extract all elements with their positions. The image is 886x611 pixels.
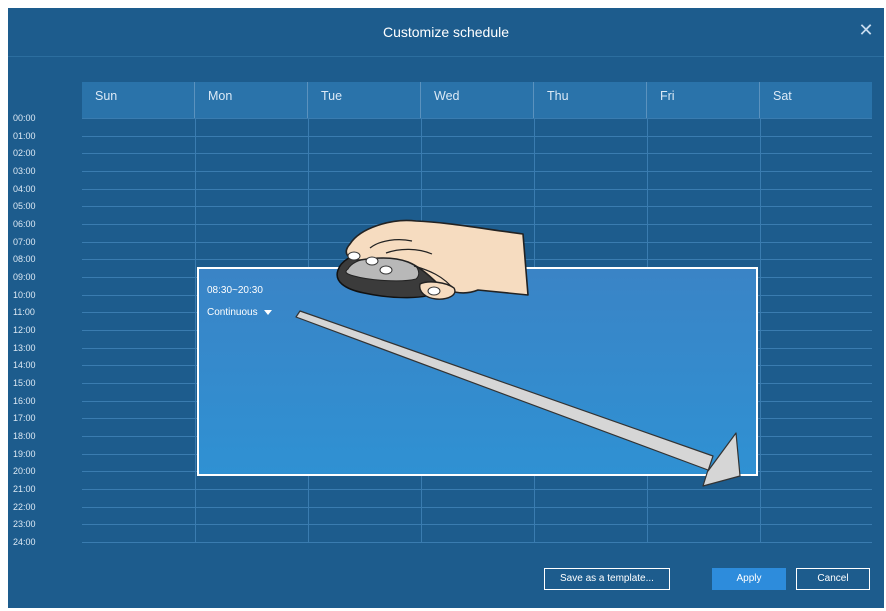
hour-gridline	[82, 118, 872, 119]
day-header-mon: Mon	[195, 82, 308, 118]
hour-label: 05:00	[13, 201, 36, 212]
hour-label: 06:00	[13, 219, 36, 230]
day-header-wed: Wed	[421, 82, 534, 118]
hour-gridline	[82, 153, 872, 155]
hour-label: 21:00	[13, 484, 36, 495]
hour-label: 20:00	[13, 466, 36, 477]
hour-label: 24:00	[13, 537, 36, 548]
apply-button[interactable]: Apply	[712, 568, 786, 590]
hour-gridline	[82, 171, 872, 172]
hour-gridline	[82, 188, 872, 190]
hour-label: 02:00	[13, 148, 36, 159]
hour-label: 00:00	[13, 113, 36, 123]
hour-label: 10:00	[13, 289, 36, 300]
hour-label: 04:00	[13, 183, 36, 194]
hour-label: 13:00	[13, 342, 36, 353]
selection-time-range: 08:30~20:30	[207, 285, 263, 296]
hour-gridline	[82, 506, 872, 508]
save-as-template-button[interactable]: Save as a template...	[544, 568, 670, 590]
hour-label: 09:00	[13, 272, 36, 283]
hour-gridline	[82, 224, 872, 226]
day-header-fri: Fri	[647, 82, 760, 118]
hour-label: 07:00	[13, 236, 36, 247]
day-header-tue: Tue	[308, 82, 421, 118]
hour-gridline	[82, 135, 872, 137]
dialog-titlebar: Customize schedule ✕	[8, 8, 884, 57]
hour-gridline	[82, 489, 872, 491]
hour-label: 22:00	[13, 501, 36, 512]
day-column-divider	[195, 118, 196, 542]
hour-label: 16:00	[13, 395, 36, 406]
day-header-row: Sun Mon Tue Wed Thu Fri Sat	[82, 82, 872, 118]
hour-label: 12:00	[13, 325, 36, 336]
hour-label: 01:00	[13, 130, 36, 141]
caret-down-icon	[263, 309, 272, 315]
close-icon[interactable]: ✕	[856, 20, 876, 40]
hour-gridline	[82, 542, 872, 544]
hour-gridline	[82, 241, 872, 243]
hour-label: 18:00	[13, 431, 36, 442]
hour-label: 19:00	[13, 448, 36, 459]
hour-label: 23:00	[13, 519, 36, 530]
hour-gridline	[82, 259, 872, 261]
cancel-button[interactable]: Cancel	[796, 568, 870, 590]
recording-mode-dropdown[interactable]: Continuous	[207, 307, 272, 318]
hour-gridline	[82, 524, 872, 526]
hour-label: 03:00	[13, 166, 36, 176]
day-header-sun: Sun	[82, 82, 195, 118]
hour-label: 15:00	[13, 378, 36, 389]
hour-label: 11:00	[13, 307, 35, 318]
day-header-thu: Thu	[534, 82, 647, 118]
day-header-sat: Sat	[773, 89, 792, 103]
hour-gridline	[82, 206, 872, 208]
hour-label: 08:00	[13, 254, 36, 265]
hour-label: 14:00	[13, 360, 36, 371]
dialog-title: Customize schedule	[382, 24, 510, 40]
day-column-divider	[760, 118, 761, 542]
recording-mode-label: Continuous	[207, 307, 258, 318]
customize-schedule-dialog: Customize schedule ✕ Sun Mon Tue Wed Thu…	[8, 8, 884, 608]
schedule-selection-block[interactable]: 08:30~20:30 Continuous	[197, 267, 758, 476]
hour-label: 17:00	[13, 413, 36, 424]
